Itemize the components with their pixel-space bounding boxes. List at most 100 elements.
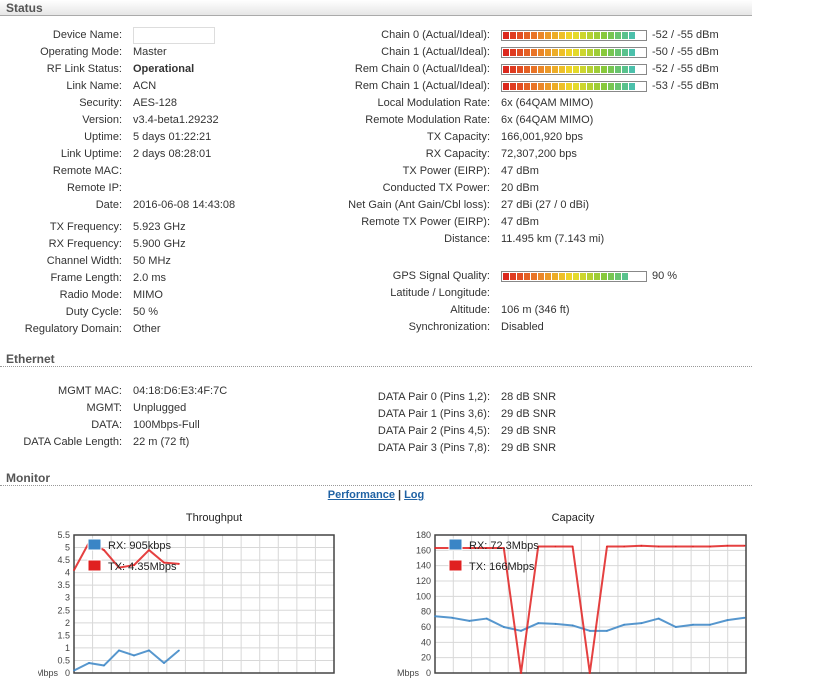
status-title: Status — [6, 1, 43, 15]
label-tx-power-eirp: TX Power (EIRP): — [402, 165, 490, 177]
signal-segment — [629, 49, 635, 56]
data-point-rx — [640, 622, 643, 624]
signal-segment — [573, 83, 579, 90]
value-rem-chain-1-actual-ideal: -53 / -55 dBm — [652, 80, 719, 92]
label-synchronization: Synchronization: — [408, 321, 490, 333]
gps-signal-value: 90 % — [652, 270, 678, 282]
signal-segment — [629, 66, 635, 73]
signal-segment — [622, 49, 628, 56]
y-tick-label: 1.5 — [57, 630, 70, 640]
legend-label-rx: RX: 905kbps — [108, 540, 171, 552]
signal-segment — [573, 66, 579, 73]
label-rem-chain-0-actual-ideal: Rem Chain 0 (Actual/Ideal): — [354, 63, 490, 75]
signal-segment — [608, 83, 614, 90]
signal-segment — [566, 83, 572, 90]
y-tick-label: 60 — [421, 622, 431, 632]
data-point-rx — [709, 623, 711, 626]
data-point-rx — [163, 662, 165, 664]
signal-segment — [587, 32, 593, 39]
data-point-tx — [589, 672, 591, 674]
info-row-remote-modulation-rate: Remote Modulation Rate: 6x (64QAM MIMO) — [0, 112, 760, 129]
signal-segment — [517, 273, 523, 280]
data-point-tx — [709, 545, 711, 548]
signal-segment — [580, 32, 586, 39]
signal-segment — [524, 66, 530, 73]
signal-segment — [573, 49, 579, 56]
data-point-tx — [692, 545, 694, 548]
signal-segment — [531, 49, 537, 56]
value-chain-0-actual-ideal: -52 / -55 dBm — [652, 29, 719, 41]
label-altitude: Altitude: — [450, 304, 490, 316]
data-point-rx — [554, 623, 557, 625]
signal-segment — [601, 66, 607, 73]
signal-segment — [629, 83, 635, 90]
value-remote-modulation-rate: 6x (64QAM MIMO) — [501, 114, 594, 126]
monitor-section-header: Monitor — [0, 470, 752, 486]
legend-swatch-rx — [448, 538, 463, 551]
monitor-links: Performance | Log — [0, 489, 752, 501]
value-remote-tx-power-eirp: 47 dBm — [501, 216, 539, 228]
log-link[interactable]: Log — [404, 489, 424, 501]
data-point-tx — [520, 672, 522, 674]
signal-segment — [608, 273, 614, 280]
monitor-title: Monitor — [6, 471, 50, 485]
info-row-rx-capacity: RX Capacity: 72,307,200 bps — [0, 146, 760, 163]
performance-link[interactable]: Performance — [328, 489, 395, 501]
data-point-tx — [178, 563, 180, 565]
link-separator: | — [398, 489, 402, 501]
label-data-pair-3-pins-7-8: DATA Pair 3 (Pins 7,8): — [377, 442, 490, 454]
data-point-rx — [468, 620, 471, 622]
data-point-tx — [103, 549, 105, 551]
data-point-rx — [88, 662, 90, 664]
legend-label-tx: TX: 4.35Mbps — [108, 561, 177, 573]
value-data-pair-0-pins-1-2: 28 dB SNR — [501, 391, 557, 403]
data-point-tx — [73, 569, 75, 571]
label-data-pair-1-pins-3-6: DATA Pair 1 (Pins 3,6): — [377, 408, 490, 420]
signal-segment — [594, 49, 600, 56]
y-tick-label: 80 — [421, 607, 431, 617]
y-tick-label: 5 — [65, 543, 70, 553]
throughput-chart: 0 0.5 1 1.5 2 2.5 3 3.5 4 4.5 5 5.5 Mbps RX: 905kbps T… — [38, 530, 335, 678]
y-tick-label: 100 — [416, 591, 431, 601]
data-point-rx — [133, 654, 135, 657]
data-point-tx — [606, 545, 608, 548]
signal-segment — [552, 83, 558, 90]
signal-segment — [552, 32, 558, 39]
signal-segment — [538, 32, 544, 39]
data-point-rx — [692, 623, 694, 626]
legend-label-tx: TX: 166Mbps — [469, 561, 535, 573]
signal-segment — [503, 49, 509, 56]
data-point-rx — [73, 669, 75, 672]
value-synchronization: Disabled — [501, 321, 544, 333]
label-chain-1-actual-ideal: Chain 1 (Actual/Ideal): — [381, 46, 490, 58]
signal-segment — [524, 83, 530, 90]
data-point-rx — [178, 649, 180, 652]
data-point-rx — [118, 649, 120, 652]
signal-segment — [545, 66, 551, 73]
signal-segment — [594, 273, 600, 280]
signal-segment — [559, 273, 565, 280]
signal-segment — [559, 83, 565, 90]
signal-segment — [594, 32, 600, 39]
y-tick-label: 2 — [65, 618, 70, 628]
signal-segment — [524, 49, 530, 56]
y-tick-label: 2.5 — [57, 605, 70, 615]
info-row-conducted-tx-power: Conducted TX Power: 20 dBm — [0, 180, 760, 197]
legend-swatch-tx — [87, 559, 102, 572]
info-row-synchronization: Synchronization: Disabled — [0, 319, 760, 336]
signal-segment — [545, 83, 551, 90]
signal-segment — [524, 273, 530, 280]
signal-segment — [622, 273, 628, 280]
signal-segment — [510, 273, 516, 280]
signal-segment — [531, 83, 537, 90]
signal-segment — [517, 32, 523, 39]
signal-segment — [517, 83, 523, 90]
y-unit-label: Mbps — [397, 668, 420, 678]
signal-segment — [531, 66, 537, 73]
signal-segment — [559, 49, 565, 56]
signal-segment — [538, 49, 544, 56]
y-tick-label: 180 — [416, 530, 431, 540]
data-point-tx — [554, 545, 557, 548]
signal-segment — [531, 32, 537, 39]
signal-segment — [510, 83, 516, 90]
